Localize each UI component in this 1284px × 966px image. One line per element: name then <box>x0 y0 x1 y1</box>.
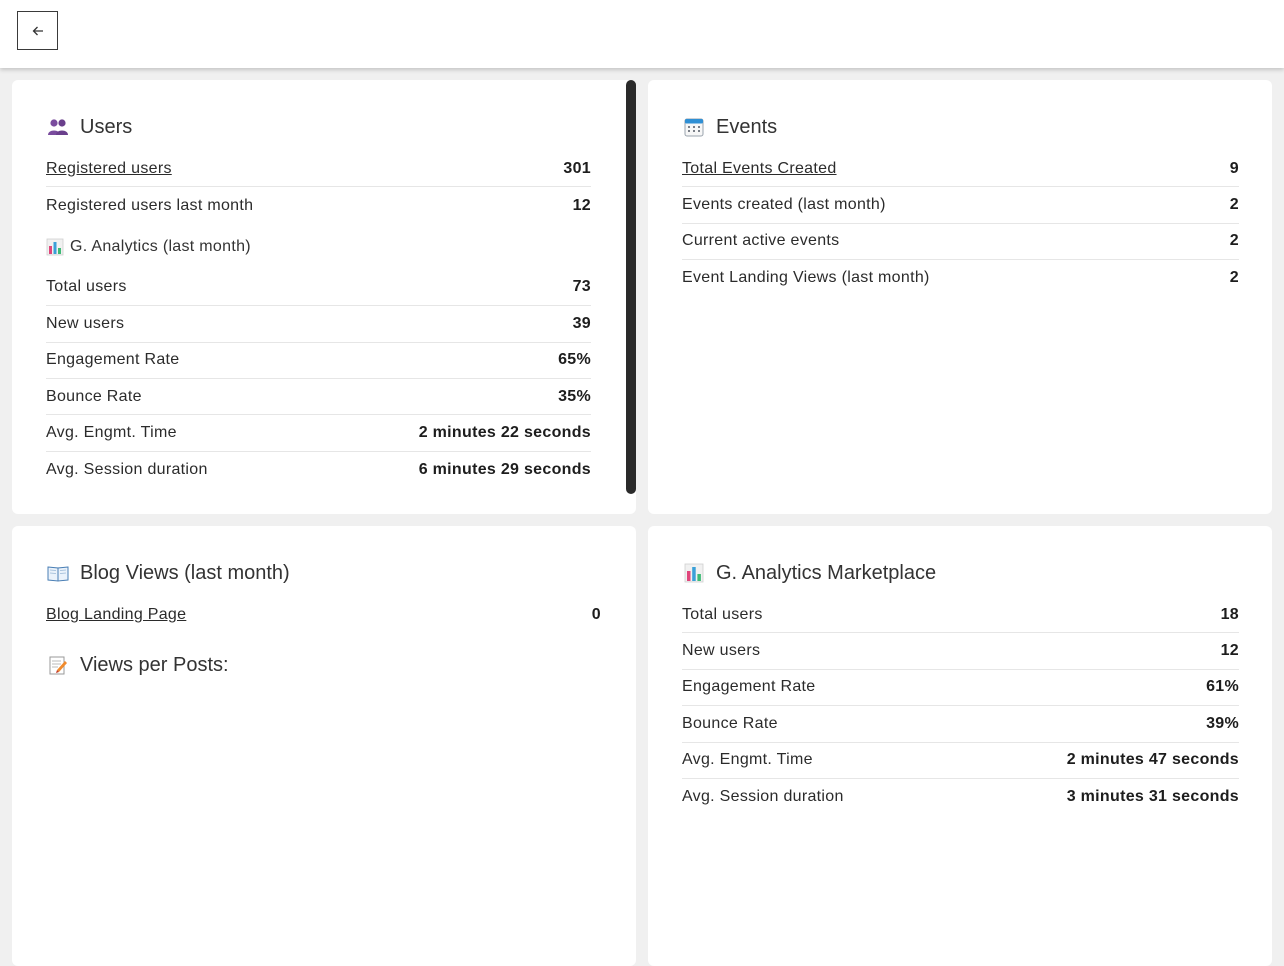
stat-value: 61% <box>1206 678 1239 696</box>
total-events-link[interactable]: Total Events Created <box>682 160 837 178</box>
stat-label: Avg. Engmt. Time <box>682 751 813 769</box>
events-card-title: Events <box>682 113 1239 141</box>
analytics-subheading: G. Analytics (last month) <box>46 224 591 270</box>
bar-chart-icon <box>682 562 706 584</box>
stat-row-total-events: Total Events Created 9 <box>682 151 1239 188</box>
stat-label: Events created (last month) <box>682 196 886 214</box>
stat-value: 18 <box>1220 605 1239 623</box>
stat-value: 2 <box>1229 269 1239 287</box>
book-icon <box>46 562 70 584</box>
stat-value: 12 <box>1220 642 1239 660</box>
stat-row: Engagement Rate 61% <box>682 670 1239 707</box>
stat-row: Total users 73 <box>46 270 591 307</box>
stat-value: 2 <box>1229 196 1239 214</box>
stat-label: Engagement Rate <box>682 678 816 696</box>
back-button[interactable] <box>17 11 58 50</box>
bar-chart-icon <box>46 237 66 257</box>
views-per-posts-heading: Views per Posts: <box>46 645 601 685</box>
stat-row: Event Landing Views (last month) 2 <box>682 260 1239 296</box>
blog-title: Blog Views (last month) <box>80 561 290 584</box>
stat-row: Avg. Engmt. Time 2 minutes 22 seconds <box>46 415 591 452</box>
stat-value: 0 <box>591 606 601 624</box>
marketplace-card-title: G. Analytics Marketplace <box>682 559 1239 587</box>
stat-row: Avg. Engmt. Time 2 minutes 47 seconds <box>682 743 1239 779</box>
stat-label: Avg. Session duration <box>46 460 208 478</box>
registered-users-value: 301 <box>563 159 591 177</box>
events-title: Events <box>716 115 778 138</box>
stat-label: Bounce Rate <box>46 387 142 405</box>
stat-row: Current active events 2 <box>682 224 1239 261</box>
blog-card: Blog Views (last month) Blog Landing Pag… <box>12 526 636 966</box>
stat-row: New users 39 <box>46 306 591 343</box>
stat-value: 73 <box>572 278 591 296</box>
stat-label: Event Landing Views (last month) <box>682 269 930 287</box>
users-card-title: Users <box>46 113 591 141</box>
stat-value: 39 <box>572 314 591 332</box>
stat-value: 6 minutes 29 seconds <box>418 460 591 478</box>
stat-value: 39% <box>1206 714 1239 732</box>
stat-value: 2 <box>1229 232 1239 250</box>
registered-users-link[interactable]: Registered users <box>46 160 172 178</box>
stat-row: Avg. Session duration 3 minutes 31 secon… <box>682 779 1239 815</box>
stat-value: 12 <box>572 196 591 214</box>
marketplace-title: G. Analytics Marketplace <box>716 561 937 584</box>
stat-value: 35% <box>558 387 591 405</box>
stat-row: Events created (last month) 2 <box>682 187 1239 224</box>
users-card: Users Registered users 301 Registered us… <box>12 80 636 514</box>
stat-row-blog-landing: Blog Landing Page 0 <box>46 597 601 633</box>
stat-row: New users 12 <box>682 633 1239 670</box>
views-per-posts-title: Views per Posts: <box>80 653 229 676</box>
top-bar <box>0 0 1284 68</box>
users-title: Users <box>80 115 133 138</box>
analytics-title: G. Analytics (last month) <box>70 237 251 255</box>
blog-landing-page-link[interactable]: Blog Landing Page <box>46 606 186 624</box>
stat-label: Engagement Rate <box>46 351 180 369</box>
stat-label: Bounce Rate <box>682 714 778 732</box>
stat-row: Bounce Rate 35% <box>46 379 591 416</box>
stat-label: Registered users last month <box>46 196 254 214</box>
stat-value: 9 <box>1229 159 1239 177</box>
stat-label: New users <box>46 314 125 332</box>
users-card-scrollbar[interactable] <box>626 80 636 494</box>
stat-label: Total users <box>46 278 127 296</box>
memo-icon <box>46 654 70 676</box>
stat-value: 65% <box>558 351 591 369</box>
stat-value: 2 minutes 22 seconds <box>418 424 591 442</box>
arrow-left-icon <box>32 26 43 35</box>
stat-row: Total users 18 <box>682 597 1239 634</box>
stat-row: Avg. Session duration 6 minutes 29 secon… <box>46 452 591 488</box>
marketplace-card: G. Analytics Marketplace Total users 18 … <box>648 526 1272 966</box>
blog-card-title: Blog Views (last month) <box>46 559 601 587</box>
stat-row-registered-last-month: Registered users last month 12 <box>46 187 591 223</box>
stat-row: Engagement Rate 65% <box>46 343 591 379</box>
stat-label: Current active events <box>682 232 840 250</box>
stat-row: Bounce Rate 39% <box>682 706 1239 743</box>
stat-label: Avg. Engmt. Time <box>46 424 177 442</box>
calendar-icon <box>682 116 706 138</box>
stat-value: 2 minutes 47 seconds <box>1066 751 1239 769</box>
stat-label: Total users <box>682 605 763 623</box>
stat-label: Avg. Session duration <box>682 788 844 806</box>
stat-value: 3 minutes 31 seconds <box>1066 788 1239 806</box>
stat-label: New users <box>682 642 761 660</box>
users-icon <box>46 116 70 138</box>
events-card: Events Total Events Created 9 Events cre… <box>648 80 1272 514</box>
stat-row-registered-users: Registered users 301 <box>46 151 591 188</box>
